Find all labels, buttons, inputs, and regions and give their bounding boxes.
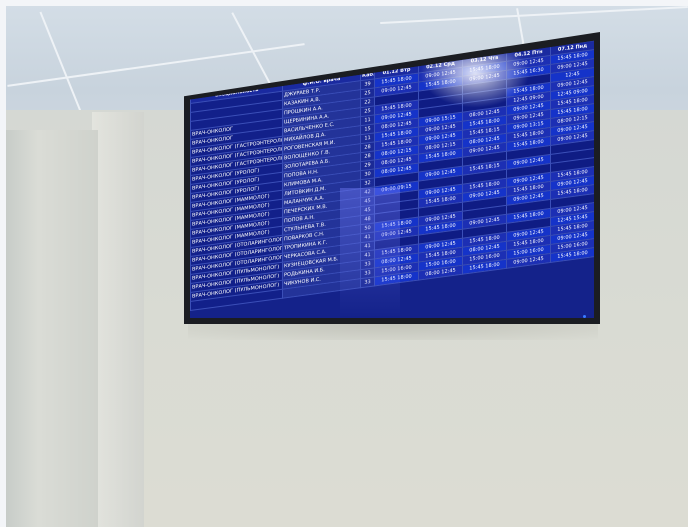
image-frame	[0, 0, 6, 527]
image-frame	[0, 0, 688, 6]
power-led	[583, 315, 586, 318]
pillar	[6, 130, 98, 527]
photo-scene: Специальность ф.И.О. врача Каб. 01.12 Вт…	[0, 0, 688, 527]
pillar-edge	[92, 112, 144, 527]
screen-glare	[340, 188, 400, 318]
